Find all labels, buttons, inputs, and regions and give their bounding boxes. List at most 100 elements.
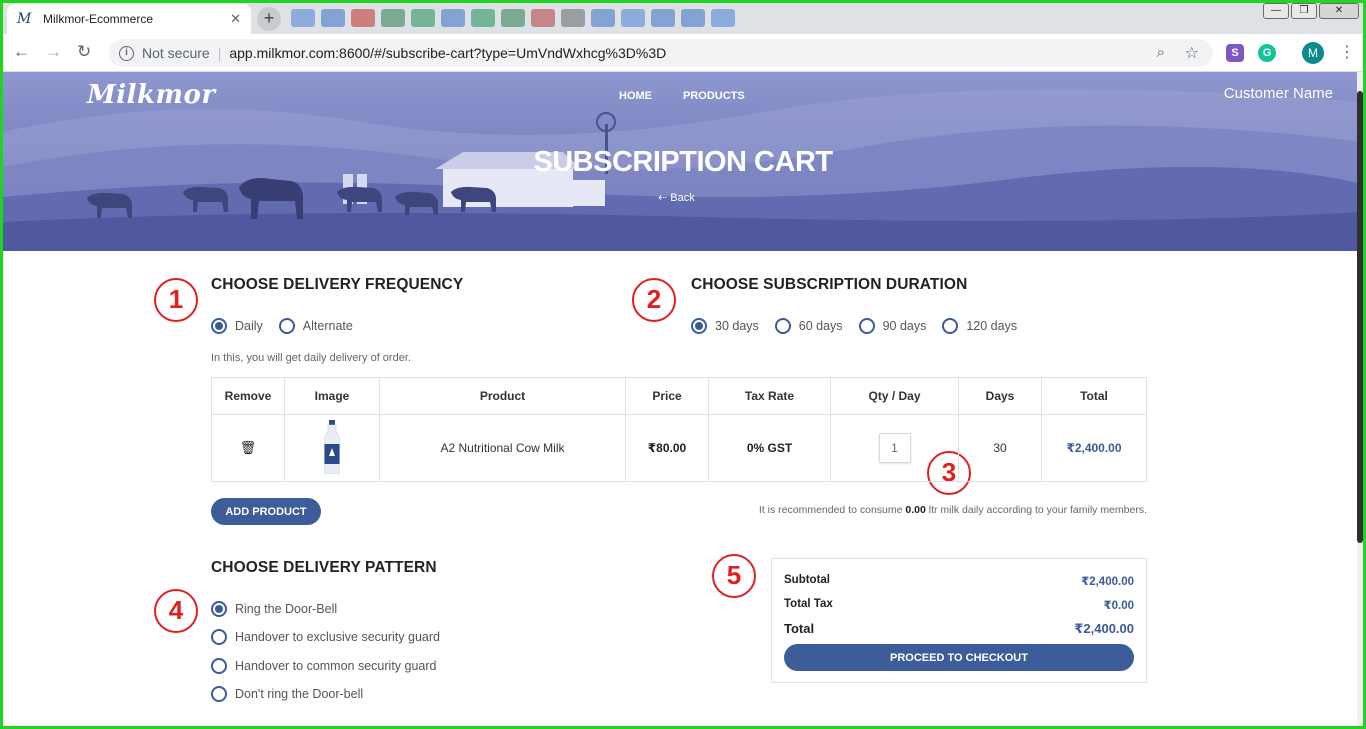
duration-option-90[interactable]: 90 days: [858, 318, 927, 334]
forward-arrow-icon[interactable]: →: [45, 42, 62, 62]
browser-tab-bar: M Milkmor-Ecommerce ✕ + — ❐ ✕: [3, 3, 1363, 34]
background-tab-icon[interactable]: [531, 9, 555, 27]
pattern-no-bell-radio[interactable]: [211, 686, 227, 702]
background-tab-icon[interactable]: [381, 9, 405, 27]
browser-menu-icon[interactable]: ⋮: [1339, 42, 1355, 62]
background-tab-icon[interactable]: [441, 9, 465, 27]
annotation-badge-2: 2: [632, 278, 676, 322]
back-arrow-icon[interactable]: ←: [13, 42, 30, 62]
nav-products[interactable]: PRODUCTS: [683, 90, 745, 102]
back-link[interactable]: ⇠ Back: [658, 191, 695, 204]
new-tab-button[interactable]: +: [257, 7, 281, 31]
delivery-frequency-title: CHOOSE DELIVERY FREQUENCY: [211, 276, 464, 293]
delivery-frequency-options: Daily Alternate: [211, 318, 369, 334]
annotation-badge-4: 4: [154, 589, 198, 633]
url-text[interactable]: app.milkmor.com:8600/#/subscribe-cart?ty…: [229, 45, 666, 61]
duration-90-label: 90 days: [882, 319, 927, 333]
address-bar[interactable]: i Not secure | app.milkmor.com:8600/#/su…: [109, 39, 1213, 67]
customer-name[interactable]: Customer Name: [1224, 85, 1333, 102]
background-tab-icon[interactable]: [351, 9, 375, 27]
cart-table: Remove Image Product Price Tax Rate Qty …: [211, 377, 1147, 482]
duration-option-60[interactable]: 60 days: [774, 318, 843, 334]
maximize-button[interactable]: ❐: [1291, 3, 1317, 19]
pattern-no-bell-label: Don't ring the Door-bell: [235, 687, 364, 701]
frequency-alternate-radio[interactable]: [278, 318, 295, 334]
address-separator: |: [217, 45, 222, 61]
duration-120-radio[interactable]: [942, 318, 959, 334]
frequency-option-daily[interactable]: Daily: [211, 318, 263, 334]
duration-60-radio[interactable]: [774, 318, 791, 334]
frequency-option-alternate[interactable]: Alternate: [278, 318, 353, 334]
background-tab-icon[interactable]: [471, 9, 495, 27]
tab-favicon-icon: M: [17, 11, 32, 27]
annotation-badge-1: 1: [154, 278, 198, 322]
page-scrollbar-thumb[interactable]: [1357, 91, 1363, 543]
frequency-daily-label: Daily: [235, 319, 263, 333]
page-title: SUBSCRIPTION CART: [533, 146, 833, 178]
bookmark-star-icon[interactable]: ☆: [1185, 43, 1199, 63]
security-label: Not secure: [142, 45, 210, 61]
frequency-note: In this, you will get daily delivery of …: [211, 352, 411, 364]
recommendation-suffix: ltr milk daily according to your family …: [928, 504, 1147, 516]
browser-tab-active[interactable]: M Milkmor-Ecommerce ✕: [7, 4, 251, 34]
pattern-common-guard-radio[interactable]: [211, 658, 227, 674]
recommendation-prefix: It is recommended to consume: [758, 504, 903, 516]
summary-total-row: Total ₹2,400.00: [784, 621, 1134, 637]
pattern-ring-bell-radio[interactable]: [211, 601, 227, 617]
column-header-image: Image: [284, 377, 380, 415]
add-product-button[interactable]: ADD PRODUCT: [211, 498, 321, 525]
zoom-icon[interactable]: ⌕: [1157, 44, 1165, 61]
tab-title: Milkmor-Ecommerce: [43, 12, 154, 26]
duration-120-label: 120 days: [966, 319, 1018, 333]
duration-30-radio[interactable]: [691, 318, 707, 334]
background-tab-icon[interactable]: [711, 9, 735, 27]
pattern-option-ring-bell[interactable]: Ring the Door-Bell: [211, 601, 337, 617]
total-tax-value: ₹0.00: [1103, 600, 1134, 612]
close-window-button[interactable]: ✕: [1319, 3, 1359, 19]
background-tab-icon[interactable]: [501, 9, 525, 27]
column-header-product: Product: [379, 377, 626, 415]
pattern-exclusive-guard-radio[interactable]: [211, 629, 227, 645]
browser-toolbar: ← → ↻ i Not secure | app.milkmor.com:860…: [3, 34, 1363, 72]
tab-close-icon[interactable]: ✕: [230, 11, 241, 27]
duration-90-radio[interactable]: [858, 318, 875, 334]
duration-option-30[interactable]: 30 days: [691, 318, 759, 334]
nav-home[interactable]: HOME: [619, 90, 652, 102]
background-tab-icon[interactable]: [321, 9, 345, 27]
duration-option-120[interactable]: 120 days: [942, 318, 1017, 334]
reload-icon[interactable]: ↻: [77, 42, 91, 62]
pattern-option-common-guard[interactable]: Handover to common security guard: [211, 658, 436, 674]
minimize-button[interactable]: —: [1263, 3, 1289, 19]
background-tab-icon[interactable]: [291, 9, 315, 27]
remove-cell: 🗑: [211, 414, 285, 482]
background-tab-icon[interactable]: [651, 9, 675, 27]
milkmor-logo[interactable]: Milkmor: [87, 80, 216, 110]
cart-table-header: Remove Image Product Price Tax Rate Qty …: [211, 377, 1147, 415]
background-tab-icon[interactable]: [681, 9, 705, 27]
product-price: ₹80.00: [625, 414, 709, 482]
background-tab-icon[interactable]: [591, 9, 615, 27]
background-tab-icon[interactable]: [561, 9, 585, 27]
column-header-price: Price: [625, 377, 709, 415]
column-header-tax-rate: Tax Rate: [708, 377, 831, 415]
pattern-option-exclusive-guard[interactable]: Handover to exclusive security guard: [211, 629, 440, 645]
background-tab-icon[interactable]: [411, 9, 435, 27]
background-tab-icon[interactable]: [621, 9, 645, 27]
trash-icon[interactable]: 🗑: [240, 440, 257, 455]
annotation-badge-5: 5: [712, 554, 756, 598]
subtotal-label: Subtotal: [784, 574, 830, 586]
product-total: ₹2,400.00: [1041, 414, 1147, 482]
profile-avatar[interactable]: M: [1302, 42, 1324, 64]
extension-s-icon[interactable]: S: [1226, 44, 1244, 62]
consumption-recommendation: It is recommended to consume 0.00 ltr mi…: [759, 504, 1147, 516]
grammarly-icon[interactable]: G: [1258, 44, 1276, 62]
pattern-exclusive-guard-label: Handover to exclusive security guard: [235, 630, 440, 644]
proceed-to-checkout-button[interactable]: PROCEED TO CHECKOUT: [784, 644, 1134, 671]
frequency-daily-radio[interactable]: [211, 318, 227, 334]
image-cell: [284, 414, 380, 482]
column-header-qty: Qty / Day: [830, 377, 959, 415]
qty-input[interactable]: 1: [878, 433, 911, 463]
screenshot-frame: M Milkmor-Ecommerce ✕ + — ❐ ✕ ← → ↻ i No…: [3, 3, 1363, 726]
info-icon[interactable]: i: [119, 45, 134, 61]
pattern-option-no-bell[interactable]: Don't ring the Door-bell: [211, 686, 363, 702]
